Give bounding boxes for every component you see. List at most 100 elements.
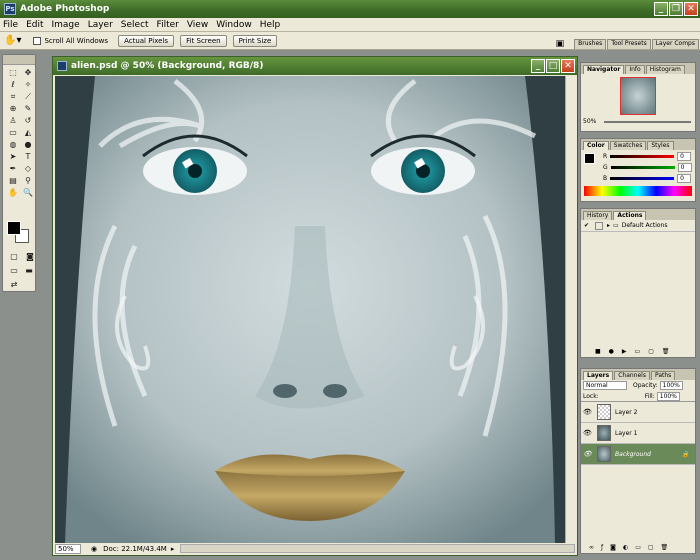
adjust-icon[interactable]: ◐ bbox=[623, 544, 628, 551]
record-icon[interactable]: ● bbox=[609, 348, 614, 355]
menu-edit[interactable]: Edit bbox=[26, 20, 43, 30]
doc-maximize-button[interactable]: □ bbox=[546, 59, 560, 73]
horizontal-scrollbar[interactable] bbox=[180, 544, 575, 553]
hand-tool-icon[interactable]: ✋ bbox=[6, 187, 20, 198]
standard-mode-icon[interactable]: ▢ bbox=[7, 251, 21, 262]
fill-field[interactable]: 100% bbox=[656, 391, 680, 401]
status-menu-icon[interactable]: ▸ bbox=[171, 545, 175, 553]
foreground-color-swatch[interactable] bbox=[7, 221, 21, 235]
layer-row-layer-1[interactable]: 👁 Layer 1 bbox=[581, 423, 695, 444]
screen-mode-icon[interactable]: ▭ bbox=[7, 265, 21, 276]
full-screen-icon[interactable]: ▬ bbox=[22, 265, 36, 276]
tab-color[interactable]: Color bbox=[583, 141, 609, 150]
eyedropper-icon[interactable]: ⚲ bbox=[21, 175, 35, 186]
new-set-icon[interactable]: ▭ bbox=[635, 348, 641, 355]
imageready-icon[interactable]: ⇄ bbox=[7, 279, 21, 290]
tab-history[interactable]: History bbox=[583, 211, 613, 220]
tab-layers[interactable]: Layers bbox=[583, 371, 614, 380]
menu-select[interactable]: Select bbox=[121, 20, 149, 30]
doc-minimize-button[interactable]: _ bbox=[531, 59, 545, 73]
menu-window[interactable]: Window bbox=[216, 20, 252, 30]
dodge-tool-icon[interactable]: ● bbox=[21, 139, 35, 150]
tab-channels[interactable]: Channels bbox=[614, 371, 650, 380]
shape-tool-icon[interactable]: ◇ bbox=[21, 163, 35, 174]
brush-tool-icon[interactable]: ✎ bbox=[21, 103, 35, 114]
doc-close-button[interactable]: ✕ bbox=[561, 59, 575, 73]
tab-navigator[interactable]: Navigator bbox=[583, 65, 625, 74]
eye-icon[interactable]: 👁 bbox=[583, 429, 592, 437]
menu-layer[interactable]: Layer bbox=[88, 20, 113, 30]
tab-histogram[interactable]: Histogram bbox=[645, 65, 685, 74]
blend-mode-select[interactable]: Normal bbox=[583, 381, 627, 390]
b-slider[interactable] bbox=[610, 177, 675, 180]
navigator-zoom[interactable]: 50% bbox=[583, 118, 596, 125]
crop-tool-icon[interactable]: ⌗ bbox=[6, 91, 20, 102]
tab-swatches[interactable]: Swatches bbox=[609, 141, 647, 150]
menu-view[interactable]: View bbox=[187, 20, 208, 30]
notes-tool-icon[interactable]: ▤ bbox=[6, 175, 20, 186]
action-check-icon[interactable]: ✔ bbox=[584, 222, 589, 229]
path-select-icon[interactable]: ➤ bbox=[6, 151, 20, 162]
zoom-tool-icon[interactable]: 🔍 bbox=[21, 187, 35, 198]
type-tool-icon[interactable]: T bbox=[21, 151, 35, 162]
lasso-tool-icon[interactable]: ℓ bbox=[6, 79, 20, 90]
magic-wand-icon[interactable]: ✧ bbox=[21, 79, 35, 90]
history-brush-icon[interactable]: ↺ bbox=[21, 115, 35, 126]
tab-info[interactable]: Info bbox=[625, 65, 645, 74]
close-button[interactable]: ✕ bbox=[684, 2, 698, 16]
b-value[interactable]: 0 bbox=[677, 174, 692, 183]
actual-pixels-button[interactable]: Actual Pixels bbox=[118, 34, 175, 47]
layer-row-layer-2[interactable]: 👁 Layer 2 bbox=[581, 402, 695, 423]
group-icon[interactable]: ▭ bbox=[635, 544, 641, 551]
print-size-button[interactable]: Print Size bbox=[232, 34, 278, 47]
new-action-icon[interactable]: ▢ bbox=[648, 348, 654, 355]
tab-tool-presets[interactable]: Tool Presets bbox=[607, 39, 651, 49]
play-icon[interactable]: ▶ bbox=[622, 348, 627, 355]
delete-action-icon[interactable]: 🗑 bbox=[662, 348, 670, 355]
tab-brushes[interactable]: Brushes bbox=[574, 39, 607, 49]
color-fg-swatch[interactable] bbox=[584, 153, 595, 164]
move-tool-icon[interactable]: ✥ bbox=[21, 67, 35, 78]
r-value[interactable]: 0 bbox=[677, 152, 692, 161]
tab-styles[interactable]: Styles bbox=[647, 141, 674, 150]
scroll-all-checkbox[interactable] bbox=[33, 36, 42, 45]
eye-icon[interactable]: 👁 bbox=[583, 408, 592, 416]
quickmask-mode-icon[interactable]: ◙ bbox=[23, 251, 37, 262]
blur-tool-icon[interactable]: ◍ bbox=[6, 139, 20, 150]
vertical-scrollbar[interactable] bbox=[565, 76, 576, 544]
layer-row-background[interactable]: 👁 Background 🔒 bbox=[581, 444, 695, 465]
marquee-tool-icon[interactable]: ⬚ bbox=[6, 67, 20, 78]
delete-layer-icon[interactable]: 🗑 bbox=[661, 544, 669, 551]
action-dialog-icon[interactable] bbox=[595, 221, 604, 230]
eraser-tool-icon[interactable]: ▭ bbox=[6, 127, 20, 138]
navigator-thumbnail[interactable] bbox=[620, 77, 656, 115]
tab-layer-comps[interactable]: Layer Comps bbox=[651, 39, 699, 49]
nav-arrow-icon[interactable]: ◉ bbox=[91, 545, 97, 553]
zoom-field[interactable]: 50% bbox=[55, 543, 81, 554]
menu-help[interactable]: Help bbox=[260, 20, 281, 30]
image-canvas[interactable] bbox=[55, 76, 565, 544]
hand-tool-icon[interactable]: ✋▾ bbox=[4, 35, 21, 46]
menu-filter[interactable]: Filter bbox=[157, 20, 179, 30]
color-ramp[interactable] bbox=[584, 186, 692, 196]
menu-file[interactable]: File bbox=[3, 20, 18, 30]
opacity-field[interactable]: 100% bbox=[659, 381, 683, 390]
g-slider[interactable] bbox=[610, 166, 675, 169]
link-icon[interactable]: ∞ bbox=[589, 544, 594, 551]
menu-image[interactable]: Image bbox=[52, 20, 80, 30]
slice-tool-icon[interactable]: ⟋ bbox=[21, 91, 35, 102]
style-icon[interactable]: ƒ bbox=[601, 544, 603, 551]
tab-paths[interactable]: Paths bbox=[650, 371, 676, 380]
new-layer-icon[interactable]: ▢ bbox=[648, 544, 654, 551]
restore-button[interactable]: ❐ bbox=[669, 2, 683, 16]
stamp-tool-icon[interactable]: ♙ bbox=[6, 115, 20, 126]
mask-icon[interactable]: ◙ bbox=[610, 544, 616, 551]
fit-screen-button[interactable]: Fit Screen bbox=[180, 34, 227, 47]
g-value[interactable]: 0 bbox=[677, 163, 692, 172]
file-browser-icon[interactable]: ▣ bbox=[556, 39, 565, 49]
r-slider[interactable] bbox=[610, 155, 675, 158]
tab-actions[interactable]: Actions bbox=[613, 211, 647, 220]
pen-tool-icon[interactable]: ✒ bbox=[6, 163, 20, 174]
minimize-button[interactable]: _ bbox=[654, 2, 668, 16]
zoom-slider[interactable] bbox=[604, 120, 691, 123]
